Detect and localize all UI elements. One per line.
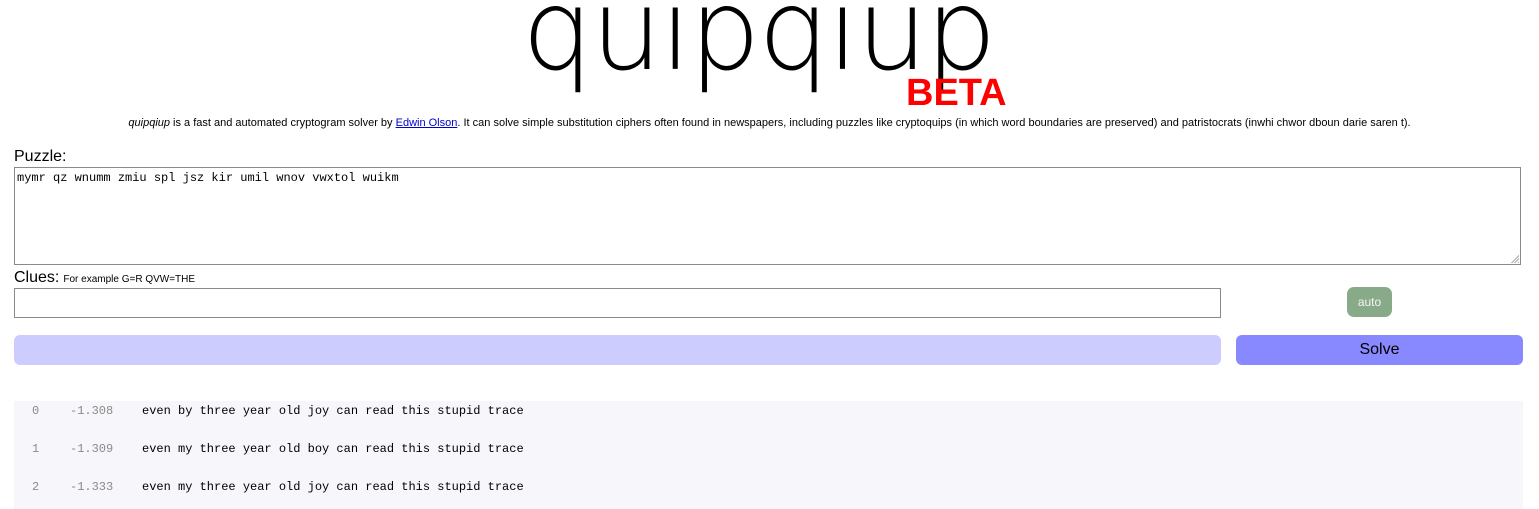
results-list: 0 -1.308 even by three year old joy can …	[14, 401, 1523, 509]
quipqiup-page: quipqiup BETA quipqiup is a fast and aut…	[0, 0, 1539, 509]
result-index: 2	[32, 480, 40, 494]
progress-bar	[14, 335, 1221, 365]
result-row: 0 -1.308 even by three year old joy can …	[14, 401, 1523, 421]
result-index: 1	[32, 442, 40, 456]
result-score: -1.333	[70, 480, 114, 494]
clues-label-row: Clues: For example G=R QVW=THE	[14, 269, 195, 289]
result-index: 0	[32, 404, 40, 418]
clues-hint: For example G=R QVW=THE	[63, 274, 196, 285]
clues-input[interactable]	[14, 288, 1221, 318]
description-text-2: . It can solve simple substitution ciphe…	[457, 117, 1411, 129]
result-score: -1.308	[70, 404, 114, 418]
clues-label: Clues:	[14, 269, 60, 286]
result-score: -1.309	[70, 442, 114, 456]
app-description: quipqiup is a fast and automated cryptog…	[0, 116, 1539, 130]
result-row: 1 -1.309 even my three year old boy can …	[14, 439, 1523, 459]
puzzle-textarea[interactable]: mymr qz wnumm zmiu spl jsz kir umil wnov…	[14, 167, 1521, 265]
puzzle-label: Puzzle:	[14, 148, 67, 165]
result-text: even my three year old joy can read this…	[142, 480, 524, 494]
logo: quipqiup BETA	[0, 0, 1539, 115]
app-name: quipqiup	[128, 117, 170, 129]
result-row: 2 -1.333 even my three year old joy can …	[14, 477, 1523, 497]
beta-badge: BETA	[906, 72, 1007, 114]
auto-button[interactable]: auto	[1347, 287, 1392, 317]
author-link[interactable]: Edwin Olson	[396, 117, 458, 129]
result-text: even my three year old boy can read this…	[142, 442, 524, 456]
resize-grip-icon[interactable]	[1510, 254, 1519, 263]
result-text: even by three year old joy can read this…	[142, 404, 524, 418]
solve-button[interactable]: Solve	[1236, 335, 1523, 365]
description-text-1: is a fast and automated cryptogram solve…	[170, 117, 396, 129]
